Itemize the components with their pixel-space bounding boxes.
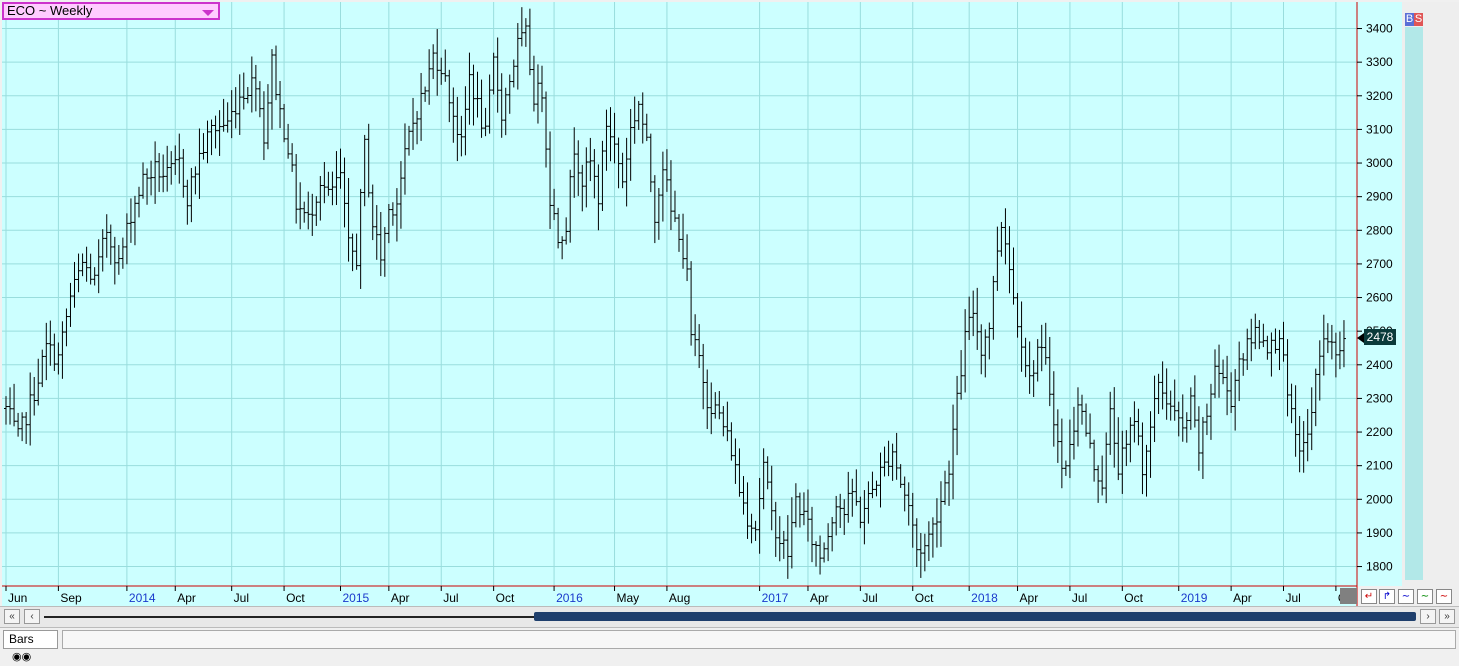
scroll-last-icon[interactable]: » bbox=[1439, 609, 1455, 624]
y-tick-label: 1900 bbox=[1366, 526, 1393, 540]
x-tick-label: 2014 bbox=[129, 591, 156, 605]
scroll-track-line bbox=[44, 616, 534, 618]
chart-svg: 1800190020002100220023002400250026002700… bbox=[2, 2, 1459, 606]
scroll-thumb[interactable] bbox=[534, 612, 1416, 621]
x-tick-label: Jul bbox=[234, 591, 249, 605]
x-tick-label: Jul bbox=[862, 591, 877, 605]
x-tick-label: Apr bbox=[391, 591, 410, 605]
x-tick-label: Aug bbox=[669, 591, 690, 605]
y-tick-label: 2800 bbox=[1366, 223, 1393, 237]
y-tick-label: 3000 bbox=[1366, 156, 1393, 170]
y-tick-label: 1800 bbox=[1366, 560, 1393, 574]
x-tick-label: 2015 bbox=[342, 591, 369, 605]
x-tick-label: Oct bbox=[915, 591, 934, 605]
y-tick-label: 3400 bbox=[1366, 22, 1393, 36]
y-tick-label: 2200 bbox=[1366, 425, 1393, 439]
x-tick-label: Oct bbox=[1124, 591, 1143, 605]
status-bar: Bars ◉◉ bbox=[0, 628, 1459, 663]
chevron-down-icon[interactable] bbox=[202, 10, 214, 16]
y-tick-label: 2400 bbox=[1366, 358, 1393, 372]
y-tick-label: 2000 bbox=[1366, 492, 1393, 506]
scroll-first-icon[interactable]: « bbox=[4, 609, 20, 624]
x-tick-label: 2017 bbox=[762, 591, 789, 605]
x-tick-label: Apr bbox=[1020, 591, 1039, 605]
last-price-tag: 2478 bbox=[1367, 330, 1394, 344]
right-panel-strip bbox=[1405, 27, 1423, 580]
plot-area[interactable] bbox=[2, 2, 1357, 586]
y-tick-label: 2300 bbox=[1366, 391, 1393, 405]
tool-compress-icon[interactable]: ∼ bbox=[1417, 589, 1433, 604]
x-tick-label: Jul bbox=[1072, 591, 1087, 605]
x-tick-label: 2018 bbox=[971, 591, 998, 605]
axis-corner-button[interactable] bbox=[1340, 588, 1357, 604]
bars-tab-label: Bars bbox=[9, 632, 34, 646]
symbol-label: ECO ~ Weekly bbox=[7, 3, 93, 18]
x-tick-label: 2019 bbox=[1181, 591, 1208, 605]
x-tick-label: May bbox=[617, 591, 640, 605]
sell-badge[interactable]: S bbox=[1414, 13, 1423, 26]
x-tick-label: Apr bbox=[1233, 591, 1252, 605]
symbol-selector[interactable]: ECO ~ Weekly bbox=[2, 2, 220, 20]
buy-badge[interactable]: B bbox=[1405, 13, 1414, 26]
y-tick-label: 2100 bbox=[1366, 459, 1393, 473]
y-tick-label: 3300 bbox=[1366, 55, 1393, 69]
y-tick-label: 3200 bbox=[1366, 89, 1393, 103]
y-tick-label: 2900 bbox=[1366, 190, 1393, 204]
tool-step-left-icon[interactable]: ↵ bbox=[1361, 589, 1377, 604]
y-tick-label: 2600 bbox=[1366, 291, 1393, 305]
chart-window: 1800190020002100220023002400250026002700… bbox=[0, 0, 1459, 663]
tool-step-right-icon[interactable]: ↱ bbox=[1379, 589, 1395, 604]
scroll-right-icon[interactable]: › bbox=[1420, 609, 1436, 624]
x-tick-label: Jul bbox=[1286, 591, 1301, 605]
y-tick-label: 3100 bbox=[1366, 122, 1393, 136]
x-tick-label: Apr bbox=[177, 591, 196, 605]
tool-expand-icon[interactable]: ∼ bbox=[1436, 589, 1452, 604]
x-tick-label: Sep bbox=[60, 591, 82, 605]
scroll-left-icon[interactable]: ‹ bbox=[24, 609, 40, 624]
tool-zoom-icon[interactable]: ∼ bbox=[1398, 589, 1414, 604]
horizontal-scrollbar[interactable]: « ‹ › » bbox=[0, 606, 1459, 628]
x-tick-label: Jun bbox=[8, 591, 27, 605]
y-tick-label: 2700 bbox=[1366, 257, 1393, 271]
x-tick-label: Apr bbox=[810, 591, 829, 605]
bars-tab[interactable]: Bars ◉◉ bbox=[3, 630, 58, 663]
x-tick-label: Jul bbox=[443, 591, 458, 605]
x-tick-label: 2016 bbox=[556, 591, 583, 605]
x-tick-label: Oct bbox=[286, 591, 305, 605]
x-tick-label: Oct bbox=[496, 591, 515, 605]
status-field bbox=[62, 630, 1456, 649]
